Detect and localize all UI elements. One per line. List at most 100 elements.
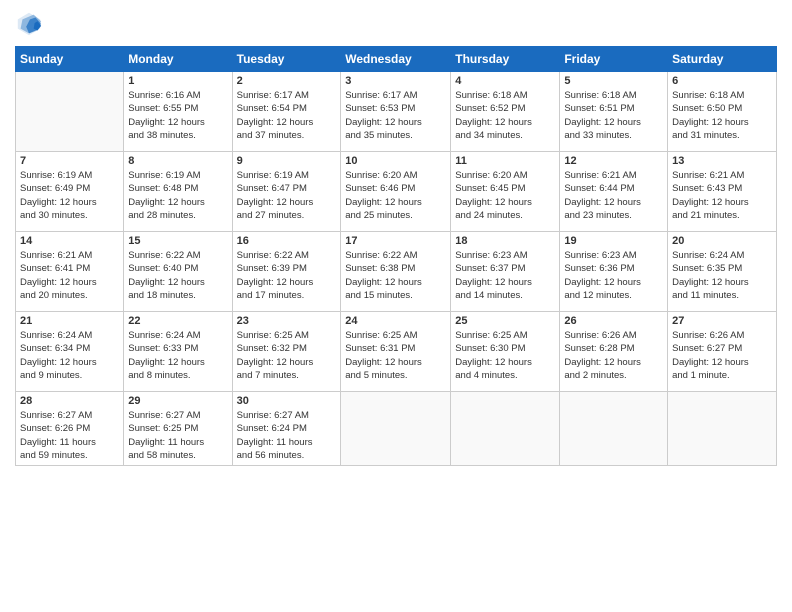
day-info: Sunrise: 6:21 AMSunset: 6:41 PMDaylight:… [20,249,119,302]
calendar-cell [560,392,668,466]
day-info: Sunrise: 6:20 AMSunset: 6:45 PMDaylight:… [455,169,555,222]
calendar-cell: 28 Sunrise: 6:27 AMSunset: 6:26 PMDayligh… [16,392,124,466]
day-number: 30 [237,395,337,407]
day-number: 26 [564,315,663,327]
calendar-cell: 27 Sunrise: 6:26 AMSunset: 6:27 PMDayligh… [668,312,777,392]
calendar-cell: 11 Sunrise: 6:20 AMSunset: 6:45 PMDayligh… [451,152,560,232]
day-info: Sunrise: 6:25 AMSunset: 6:30 PMDaylight:… [455,329,555,382]
calendar-cell: 9 Sunrise: 6:19 AMSunset: 6:47 PMDaylight… [232,152,341,232]
weekday-header-sunday: Sunday [16,47,124,72]
week-row-4: 21 Sunrise: 6:24 AMSunset: 6:34 PMDayligh… [16,312,777,392]
day-number: 27 [672,315,772,327]
week-row-2: 7 Sunrise: 6:19 AMSunset: 6:49 PMDaylight… [16,152,777,232]
day-number: 7 [20,155,119,167]
calendar-cell: 16 Sunrise: 6:22 AMSunset: 6:39 PMDayligh… [232,232,341,312]
day-number: 9 [237,155,337,167]
day-info: Sunrise: 6:18 AMSunset: 6:51 PMDaylight:… [564,89,663,142]
calendar-cell: 20 Sunrise: 6:24 AMSunset: 6:35 PMDayligh… [668,232,777,312]
calendar-cell: 22 Sunrise: 6:24 AMSunset: 6:33 PMDayligh… [124,312,232,392]
day-number: 24 [345,315,446,327]
day-number: 16 [237,235,337,247]
day-info: Sunrise: 6:19 AMSunset: 6:49 PMDaylight:… [20,169,119,222]
calendar-cell: 10 Sunrise: 6:20 AMSunset: 6:46 PMDayligh… [341,152,451,232]
day-info: Sunrise: 6:25 AMSunset: 6:31 PMDaylight:… [345,329,446,382]
calendar-cell [668,392,777,466]
calendar-cell: 29 Sunrise: 6:27 AMSunset: 6:25 PMDayligh… [124,392,232,466]
day-info: Sunrise: 6:24 AMSunset: 6:35 PMDaylight:… [672,249,772,302]
day-number: 4 [455,75,555,87]
calendar-cell: 3Sunrise: 6:17 AMSunset: 6:53 PMDaylight… [341,72,451,152]
calendar-cell [16,72,124,152]
day-info: Sunrise: 6:22 AMSunset: 6:40 PMDaylight:… [128,249,227,302]
day-number: 25 [455,315,555,327]
day-info: Sunrise: 6:24 AMSunset: 6:33 PMDaylight:… [128,329,227,382]
day-info: Sunrise: 6:26 AMSunset: 6:28 PMDaylight:… [564,329,663,382]
day-info: Sunrise: 6:20 AMSunset: 6:46 PMDaylight:… [345,169,446,222]
day-number: 21 [20,315,119,327]
calendar-cell: 2 Sunrise: 6:17 AMSunset: 6:54 PMDaylight… [232,72,341,152]
day-number: 29 [128,395,227,407]
page: SundayMondayTuesdayWednesdayThursdayFrid… [0,0,792,612]
calendar-cell: 1 Sunrise: 6:16 AMSunset: 6:55 PMDaylight… [124,72,232,152]
calendar-cell: 12 Sunrise: 6:21 AMSunset: 6:44 PMDayligh… [560,152,668,232]
logo-icon [15,10,43,38]
day-info: Sunrise: 6:21 AMSunset: 6:43 PMDaylight:… [672,169,772,222]
calendar-cell: 5Sunrise: 6:18 AMSunset: 6:51 PMDaylight… [560,72,668,152]
day-info: Sunrise: 6:24 AMSunset: 6:34 PMDaylight:… [20,329,119,382]
calendar-cell: 4 Sunrise: 6:18 AMSunset: 6:52 PMDaylight… [451,72,560,152]
day-info: Sunrise: 6:19 AMSunset: 6:47 PMDaylight:… [237,169,337,222]
weekday-header-friday: Friday [560,47,668,72]
day-info: Sunrise: 6:17 AMSunset: 6:54 PMDaylight:… [237,89,337,142]
calendar-cell: 30 Sunrise: 6:27 AMSunset: 6:24 PMDayligh… [232,392,341,466]
weekday-header-monday: Monday [124,47,232,72]
day-info: Sunrise: 6:16 AMSunset: 6:55 PMDaylight:… [128,89,227,142]
weekday-header-row: SundayMondayTuesdayWednesdayThursdayFrid… [16,47,777,72]
calendar-cell: 7 Sunrise: 6:19 AMSunset: 6:49 PMDaylight… [16,152,124,232]
weekday-header-saturday: Saturday [668,47,777,72]
week-row-1: 1 Sunrise: 6:16 AMSunset: 6:55 PMDaylight… [16,72,777,152]
weekday-header-wednesday: Wednesday [341,47,451,72]
day-info: Sunrise: 6:23 AMSunset: 6:37 PMDaylight:… [455,249,555,302]
logo [15,10,47,38]
day-number: 20 [672,235,772,247]
header [15,10,777,38]
calendar-cell: 17 Sunrise: 6:22 AMSunset: 6:38 PMDayligh… [341,232,451,312]
day-number: 14 [20,235,119,247]
calendar-cell [341,392,451,466]
day-info: Sunrise: 6:22 AMSunset: 6:39 PMDaylight:… [237,249,337,302]
day-info: Sunrise: 6:18 AMSunset: 6:52 PMDaylight:… [455,89,555,142]
day-number: 10 [345,155,446,167]
calendar-cell: 8 Sunrise: 6:19 AMSunset: 6:48 PMDaylight… [124,152,232,232]
week-row-5: 28 Sunrise: 6:27 AMSunset: 6:26 PMDayligh… [16,392,777,466]
day-info: Sunrise: 6:27 AMSunset: 6:25 PMDaylight:… [128,409,227,462]
day-number: 13 [672,155,772,167]
day-number: 8 [128,155,227,167]
day-number: 23 [237,315,337,327]
day-info: Sunrise: 6:19 AMSunset: 6:48 PMDaylight:… [128,169,227,222]
day-number: 28 [20,395,119,407]
day-number: 17 [345,235,446,247]
calendar-cell: 18 Sunrise: 6:23 AMSunset: 6:37 PMDayligh… [451,232,560,312]
calendar-cell: 21 Sunrise: 6:24 AMSunset: 6:34 PMDayligh… [16,312,124,392]
day-info: Sunrise: 6:17 AMSunset: 6:53 PMDaylight:… [345,89,446,142]
day-info: Sunrise: 6:26 AMSunset: 6:27 PMDaylight:… [672,329,772,382]
calendar-cell: 23Sunrise: 6:25 AMSunset: 6:32 PMDayligh… [232,312,341,392]
day-number: 15 [128,235,227,247]
day-number: 2 [237,75,337,87]
day-number: 22 [128,315,227,327]
day-info: Sunrise: 6:27 AMSunset: 6:26 PMDaylight:… [20,409,119,462]
day-info: Sunrise: 6:22 AMSunset: 6:38 PMDaylight:… [345,249,446,302]
day-number: 18 [455,235,555,247]
calendar-table: SundayMondayTuesdayWednesdayThursdayFrid… [15,46,777,466]
day-info: Sunrise: 6:18 AMSunset: 6:50 PMDaylight:… [672,89,772,142]
day-number: 12 [564,155,663,167]
day-number: 11 [455,155,555,167]
calendar-cell: 15 Sunrise: 6:22 AMSunset: 6:40 PMDayligh… [124,232,232,312]
day-info: Sunrise: 6:21 AMSunset: 6:44 PMDaylight:… [564,169,663,222]
calendar-cell: 14 Sunrise: 6:21 AMSunset: 6:41 PMDayligh… [16,232,124,312]
calendar-cell: 25 Sunrise: 6:25 AMSunset: 6:30 PMDayligh… [451,312,560,392]
calendar-cell: 26 Sunrise: 6:26 AMSunset: 6:28 PMDayligh… [560,312,668,392]
day-number: 1 [128,75,227,87]
day-info: Sunrise: 6:27 AMSunset: 6:24 PMDaylight:… [237,409,337,462]
week-row-3: 14 Sunrise: 6:21 AMSunset: 6:41 PMDayligh… [16,232,777,312]
